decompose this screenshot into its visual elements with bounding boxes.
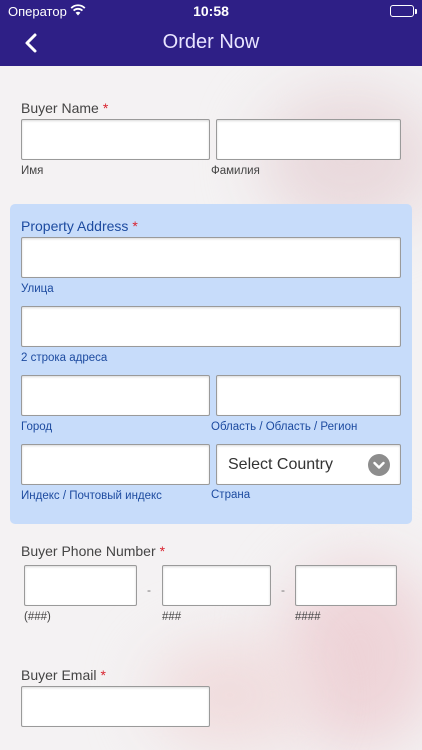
buyer-name-label: Buyer Name * <box>21 100 108 116</box>
property-address-label: Property Address * <box>21 218 138 234</box>
buyer-phone-label-text: Buyer Phone Number <box>21 543 156 559</box>
street-input[interactable] <box>21 237 401 278</box>
phone-line-caption: #### <box>295 611 321 623</box>
required-mark: * <box>100 667 106 683</box>
buyer-email-label: Buyer Email * <box>21 667 106 683</box>
phone-prefix-caption: ### <box>162 611 182 623</box>
street-caption: Улица <box>21 283 54 295</box>
required-mark: * <box>102 100 109 116</box>
phone-prefix-input[interactable] <box>162 565 271 606</box>
country-caption: Страна <box>211 489 251 501</box>
buyer-name-label-text: Buyer Name <box>21 100 99 116</box>
city-input[interactable] <box>21 375 210 416</box>
last-name-caption: Фамилия <box>211 165 260 177</box>
address-line2-caption: 2 строка адреса <box>21 352 108 364</box>
required-mark: * <box>132 218 138 234</box>
phone-separator: - <box>147 583 151 597</box>
page-title: Order Now <box>162 31 260 53</box>
chevron-down-icon <box>368 454 390 476</box>
last-name-input[interactable] <box>216 119 401 160</box>
zip-input[interactable] <box>21 444 210 485</box>
buyer-email-label-text: Buyer Email <box>21 667 97 683</box>
phone-area-caption: (###) <box>24 611 51 623</box>
first-name-input[interactable] <box>21 119 210 160</box>
buyer-phone-label: Buyer Phone Number * <box>21 543 165 559</box>
city-caption: Город <box>21 421 53 433</box>
region-input[interactable] <box>216 375 401 416</box>
clock: 10:58 <box>193 3 229 19</box>
region-caption: Область / Область / Регион <box>211 421 358 433</box>
property-address-label-text: Property Address <box>21 218 129 234</box>
phone-area-input[interactable] <box>24 565 137 606</box>
first-name-caption: Имя <box>21 165 44 177</box>
phone-separator: - <box>281 583 285 597</box>
country-select[interactable]: Select Country <box>216 444 401 485</box>
phone-line-input[interactable] <box>295 565 397 606</box>
status-bar: Оператор 10:58 <box>0 0 422 22</box>
zip-caption: Индекс / Почтовый индекс <box>21 490 162 502</box>
battery-icon <box>390 5 417 17</box>
nav-bar: Order Now <box>0 22 422 66</box>
country-select-value: Select Country <box>228 456 333 473</box>
address-line2-input[interactable] <box>21 306 401 347</box>
required-mark: * <box>159 543 166 559</box>
email-input[interactable] <box>21 686 210 727</box>
